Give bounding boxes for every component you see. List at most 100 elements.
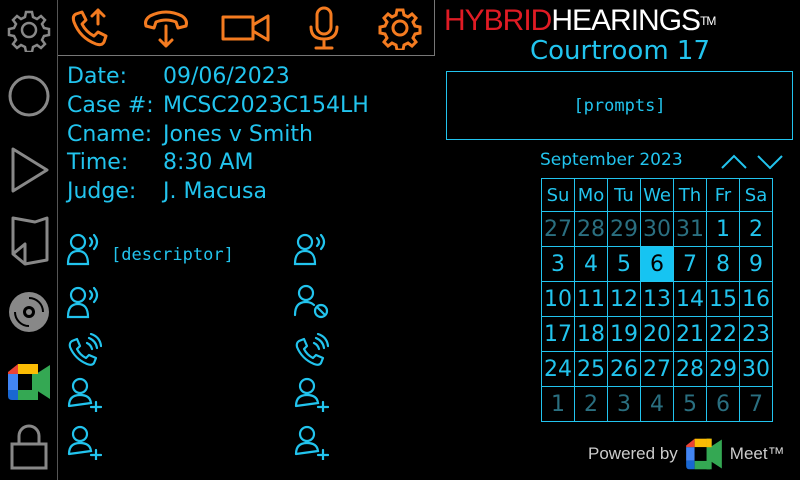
weekday-header: Th [673, 178, 707, 212]
calendar-day[interactable]: 2 [739, 211, 773, 247]
time-value: 8:30 AM [163, 150, 254, 175]
speaking-person-icon[interactable] [66, 283, 102, 319]
speaking-person-icon[interactable] [293, 230, 329, 266]
prompts-box: [prompts] [446, 71, 793, 140]
calendar-day[interactable]: 29 [706, 351, 740, 387]
disc-icon[interactable] [0, 282, 57, 342]
logo-hearings: HEARINGS [551, 4, 701, 37]
circle-icon[interactable] [0, 66, 57, 126]
calendar-day[interactable]: 16 [739, 281, 773, 317]
calendar-day[interactable]: 15 [706, 281, 740, 317]
calendar-day[interactable]: 22 [706, 316, 740, 352]
logo-tm: TM [700, 14, 716, 28]
date-label: Date: [67, 64, 127, 89]
weekday-header: Mo [574, 178, 608, 212]
judge-label: Judge: [67, 179, 137, 204]
calendar-day[interactable]: 2 [574, 386, 608, 422]
calendar-day[interactable]: 28 [673, 351, 707, 387]
calendar-day[interactable]: 30 [640, 211, 674, 247]
calendar-day[interactable]: 8 [706, 246, 740, 282]
weekday-header: Tu [607, 178, 641, 212]
date-value: 09/06/2023 [163, 64, 290, 89]
calendar-day[interactable]: 30 [739, 351, 773, 387]
add-person-icon[interactable] [293, 376, 329, 412]
calendar-day[interactable]: 19 [607, 316, 641, 352]
calendar-day[interactable]: 20 [640, 316, 674, 352]
case-value: MCSC2023C154LH [163, 93, 369, 118]
powered-by-label: Powered by [588, 444, 678, 463]
add-person-icon[interactable] [66, 424, 102, 460]
cname-label: Cname: [67, 122, 153, 147]
calendar-week: 3456789 [541, 246, 773, 282]
calendar-week: 1234567 [541, 386, 773, 422]
calendar-day[interactable]: 17 [541, 316, 575, 352]
calendar-day[interactable]: 12 [607, 281, 641, 317]
cname-value: Jones v Smith [163, 122, 313, 147]
calendar-week: 27 28 29 30 31 1 2 [541, 211, 773, 247]
calendar-day[interactable]: 6 [706, 386, 740, 422]
video-icon[interactable] [220, 4, 272, 52]
calendar-day[interactable]: 9 [739, 246, 773, 282]
chevron-down-icon[interactable] [756, 153, 784, 171]
add-person-icon[interactable] [66, 376, 102, 412]
powered-by: Powered by Meet™ [588, 436, 785, 472]
calendar-day-selected[interactable]: 6 [640, 246, 674, 282]
folder-icon[interactable] [0, 210, 57, 270]
calendar-day[interactable]: 7 [739, 386, 773, 422]
phone-participant-icon[interactable] [66, 333, 102, 369]
microphone-icon[interactable] [298, 4, 350, 52]
calendar-day[interactable]: 23 [739, 316, 773, 352]
chevron-up-icon[interactable] [720, 153, 748, 171]
calendar-day[interactable]: 31 [673, 211, 707, 247]
calendar-day[interactable]: 4 [574, 246, 608, 282]
calendar-day[interactable]: 27 [640, 351, 674, 387]
calendar-day[interactable]: 3 [607, 386, 641, 422]
calendar-day[interactable]: 4 [640, 386, 674, 422]
brand-logo: HYBRIDHEARINGSTM [444, 6, 796, 36]
play-icon[interactable] [0, 140, 57, 200]
calendar-day[interactable]: 7 [673, 246, 707, 282]
calendar-day[interactable]: 10 [541, 281, 575, 317]
hangup-icon[interactable] [140, 4, 192, 52]
add-person-icon[interactable] [293, 424, 329, 460]
calendar-grid: Su Mo Tu We Th Fr Sa 27 28 29 30 31 1 2 3 4 5 6 7 8 9 10 11 12… [541, 178, 773, 422]
calendar-day[interactable]: 26 [607, 351, 641, 387]
calendar-day[interactable]: 28 [574, 211, 608, 247]
meet-label: Meet™ [729, 444, 785, 463]
calendar-day[interactable]: 5 [673, 386, 707, 422]
settings-icon[interactable] [0, 0, 57, 60]
calendar-day[interactable]: 5 [607, 246, 641, 282]
calendar-day[interactable]: 29 [607, 211, 641, 247]
calendar-month: September 2023 [540, 150, 683, 170]
meet-logo-icon [685, 438, 722, 470]
lock-icon[interactable] [0, 418, 57, 478]
weekday-header: We [640, 178, 674, 212]
calendar-day[interactable]: 27 [541, 211, 575, 247]
call-toolbar [58, 0, 435, 56]
calendar-day[interactable]: 21 [673, 316, 707, 352]
meet-icon[interactable] [0, 352, 57, 412]
speaking-person-icon[interactable] [66, 230, 102, 266]
calendar-day[interactable]: 1 [541, 386, 575, 422]
logo-hybrid: HYBRID [444, 4, 552, 37]
calendar-day[interactable]: 18 [574, 316, 608, 352]
sidebar [0, 0, 58, 480]
calendar-week: 24 25 26 27 28 29 30 [541, 351, 773, 387]
time-label: Time: [67, 150, 129, 175]
weekday-header: Sa [739, 178, 773, 212]
calendar-week: 10 11 12 13 14 15 16 [541, 281, 773, 317]
judge-value: J. Macusa [163, 179, 267, 204]
calendar-day[interactable]: 13 [640, 281, 674, 317]
phone-participant-icon[interactable] [293, 333, 329, 369]
calendar-day[interactable]: 1 [706, 211, 740, 247]
calendar-day[interactable]: 11 [574, 281, 608, 317]
calendar-week: 17 18 19 20 21 22 23 [541, 316, 773, 352]
weekday-header: Su [541, 178, 575, 212]
blocked-person-icon[interactable] [293, 283, 329, 319]
calendar-day[interactable]: 3 [541, 246, 575, 282]
calendar-day[interactable]: 24 [541, 351, 575, 387]
calendar-day[interactable]: 14 [673, 281, 707, 317]
gear-icon[interactable] [374, 4, 426, 52]
calendar-day[interactable]: 25 [574, 351, 608, 387]
call-transfer-icon[interactable] [64, 4, 116, 52]
